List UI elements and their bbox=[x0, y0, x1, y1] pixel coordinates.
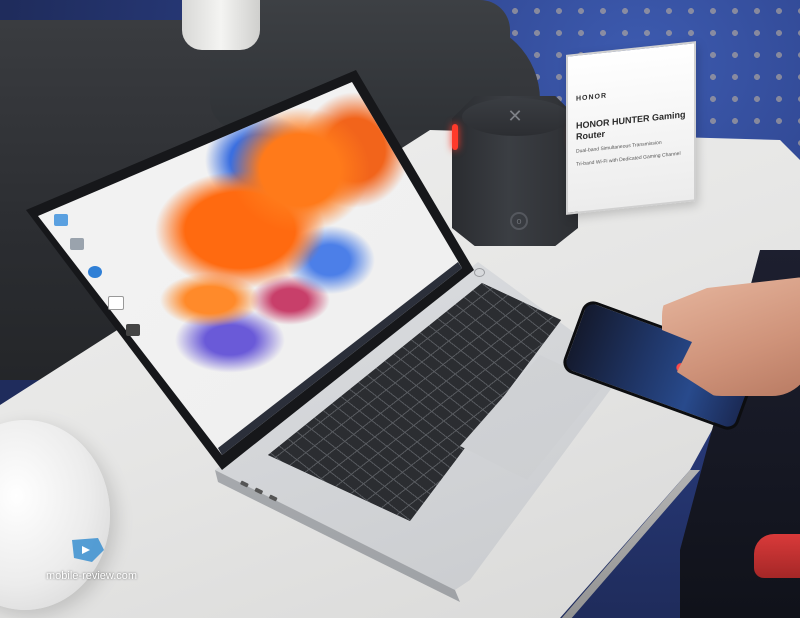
usb-port bbox=[239, 480, 249, 488]
router-button-icon: o bbox=[510, 212, 528, 230]
router-led-left bbox=[452, 124, 458, 150]
desktop-icon-app-2 bbox=[126, 324, 140, 336]
product-sign: HONOR HONOR HUNTER Gaming Router Dual-ba… bbox=[566, 41, 696, 215]
hunter-logo-icon: ✕ bbox=[507, 106, 523, 126]
desktop-icon-recycle-bin bbox=[70, 238, 84, 250]
desktop-icon-this-pc bbox=[54, 214, 68, 226]
red-shoe bbox=[754, 534, 800, 578]
sign-brand: HONOR bbox=[576, 92, 608, 103]
desktop-icon-app bbox=[108, 296, 124, 310]
mobile-review-logo-icon bbox=[72, 538, 104, 562]
usb-port bbox=[254, 487, 264, 495]
sign-title: HONOR HUNTER Gaming Router bbox=[576, 109, 686, 142]
desktop-icon-edge bbox=[88, 266, 102, 278]
photo-scene: ✕ o HONOR HONOR HUNTER Gaming Router Dua… bbox=[0, 0, 800, 618]
plant-pot bbox=[182, 0, 260, 50]
hdmi-port bbox=[268, 494, 278, 502]
watermark-text: mobile-review.com bbox=[46, 570, 138, 582]
power-button-icon bbox=[474, 268, 485, 277]
